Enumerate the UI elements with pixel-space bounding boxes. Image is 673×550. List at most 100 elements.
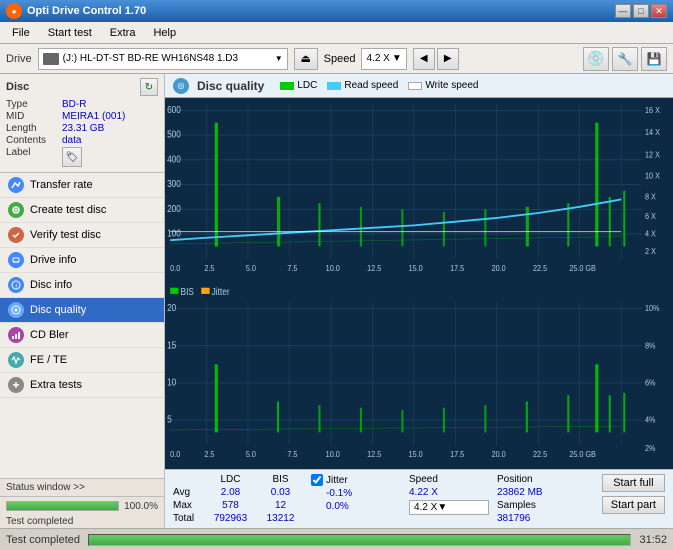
ldc-header: LDC xyxy=(203,474,258,485)
svg-text:6 X: 6 X xyxy=(645,212,656,222)
ldc-total: 792963 xyxy=(203,513,258,524)
speed-section: Speed 4.22 X 4.2 X ▼ xyxy=(409,474,489,515)
app-icon: ● xyxy=(6,3,22,19)
menu-start-test[interactable]: Start test xyxy=(40,25,100,41)
jitter-checkbox[interactable] xyxy=(311,474,323,486)
toolbar-icon-1[interactable]: 💿 xyxy=(583,47,609,71)
jitter-header: Jitter xyxy=(326,475,348,486)
start-part-button[interactable]: Start part xyxy=(602,496,665,514)
svg-text:7.5: 7.5 xyxy=(287,264,298,274)
svg-text:300: 300 xyxy=(167,178,181,189)
eject-button[interactable]: ⏏ xyxy=(294,48,318,70)
nav-item-disc-info[interactable]: i Disc info xyxy=(0,273,164,298)
nav-item-create-test-disc[interactable]: Create test disc xyxy=(0,198,164,223)
nav-item-verify-test-disc[interactable]: Verify test disc xyxy=(0,223,164,248)
max-row: Max 578 12 xyxy=(173,500,303,511)
menu-extra[interactable]: Extra xyxy=(102,25,144,41)
drive-bar: Drive (J:) HL-DT-ST BD-RE WH16NS48 1.D3 … xyxy=(0,44,673,74)
svg-text:25.0 GB: 25.0 GB xyxy=(569,449,596,459)
nav-item-disc-quality[interactable]: Disc quality xyxy=(0,298,164,323)
speed-section-dropdown[interactable]: 4.2 X ▼ xyxy=(409,500,489,515)
svg-text:10%: 10% xyxy=(645,303,659,313)
svg-text:20.0: 20.0 xyxy=(492,264,507,274)
maximize-button[interactable]: □ xyxy=(633,4,649,18)
nav-item-transfer-rate[interactable]: Transfer rate xyxy=(0,173,164,198)
chart-title-icon: ◎ xyxy=(173,78,189,94)
extra-tests-icon xyxy=(8,377,24,393)
nav-item-extra-tests[interactable]: Extra tests xyxy=(0,373,164,398)
eject-icon: ⏏ xyxy=(300,52,310,65)
bis-avg: 0.03 xyxy=(258,487,303,498)
bottom-chart: BIS Jitter xyxy=(165,284,673,470)
disc-refresh-button[interactable]: ↻ xyxy=(140,78,158,96)
status-window-label: Status window >> xyxy=(6,482,85,493)
disc-contents-val: data xyxy=(62,135,81,146)
nav-disc-info-label: Disc info xyxy=(30,279,72,291)
drive-info-icon xyxy=(8,252,24,268)
stats-panel: LDC BIS Avg 2.08 0.03 Max 578 12 xyxy=(165,469,673,528)
svg-text:4 X: 4 X xyxy=(645,229,656,239)
disc-info-icon: i xyxy=(8,277,24,293)
sidebar: Disc ↻ Type BD-R MID MEIRA1 (001) Length… xyxy=(0,74,165,528)
svg-text:15.0: 15.0 xyxy=(409,449,424,459)
svg-text:600: 600 xyxy=(167,104,181,115)
status-window[interactable]: Status window >> xyxy=(0,479,164,497)
toolbar-icon-3[interactable]: 💾 xyxy=(641,47,667,71)
speed-section-val: 4.22 X xyxy=(409,487,489,498)
disc-label-key: Label xyxy=(6,147,62,167)
disc-contents-key: Contents xyxy=(6,135,62,146)
drive-select[interactable]: (J:) HL-DT-ST BD-RE WH16NS48 1.D3 ▼ xyxy=(38,48,288,70)
avg-label: Avg xyxy=(173,487,203,498)
speed-back-button[interactable]: ◀ xyxy=(413,48,435,70)
drive-label: Drive xyxy=(6,53,32,65)
start-full-button[interactable]: Start full xyxy=(602,474,665,492)
svg-text:2%: 2% xyxy=(645,443,655,453)
toolbar-icon-2[interactable]: 🔧 xyxy=(612,47,638,71)
disc-label-button[interactable]: 🏷 xyxy=(62,147,82,167)
disc-mid-key: MID xyxy=(6,111,62,122)
svg-text:22.5: 22.5 xyxy=(533,449,548,459)
nav-item-drive-info[interactable]: Drive info xyxy=(0,248,164,273)
bis-max: 12 xyxy=(258,500,303,511)
total-row: Total 792963 13212 xyxy=(173,513,303,524)
disc-icon: 💿 xyxy=(587,50,604,67)
svg-text:12 X: 12 X xyxy=(645,150,661,160)
menu-help[interactable]: Help xyxy=(145,25,184,41)
svg-text:10: 10 xyxy=(167,376,176,387)
nav-fe-te-label: FE / TE xyxy=(30,354,67,366)
position-section: Position 23862 MB Samples 381796 xyxy=(497,474,587,524)
speed-select[interactable]: 4.2 X ▼ xyxy=(361,48,406,70)
minimize-button[interactable]: — xyxy=(615,4,631,18)
close-button[interactable]: ✕ xyxy=(651,4,667,18)
svg-text:500: 500 xyxy=(167,129,181,140)
jitter-checkbox-row: Jitter xyxy=(311,474,401,486)
nav-extra-tests-label: Extra tests xyxy=(30,379,82,391)
title-bar: ● Opti Drive Control 1.70 — □ ✕ xyxy=(0,0,673,22)
max-label: Max xyxy=(173,500,203,511)
ldc-max: 578 xyxy=(203,500,258,511)
disc-section-title: Disc xyxy=(6,81,29,93)
speed-dropdown-val: 4.2 X xyxy=(414,502,437,513)
speed-value: 4.2 X xyxy=(366,53,389,64)
speed-section-header: Speed xyxy=(409,474,489,485)
speed-forward-button[interactable]: ▶ xyxy=(437,48,459,70)
nav-items: Transfer rate Create test disc Verify te… xyxy=(0,173,164,478)
nav-item-fe-te[interactable]: FE / TE xyxy=(0,348,164,373)
svg-text:i: i xyxy=(16,284,17,290)
speed-dropdown-icon: ▼ xyxy=(392,53,402,64)
nav-item-cd-bler[interactable]: CD Bler xyxy=(0,323,164,348)
ldc-avg: 2.08 xyxy=(203,487,258,498)
disc-panel: Disc ↻ Type BD-R MID MEIRA1 (001) Length… xyxy=(0,74,164,173)
menu-file[interactable]: File xyxy=(4,25,38,41)
legend-ldc-color xyxy=(280,82,294,90)
samples-val: 381796 xyxy=(497,513,587,524)
svg-text:5.0: 5.0 xyxy=(246,264,257,274)
bis-header: BIS xyxy=(258,474,303,485)
chart-legend: LDC Read speed Write speed xyxy=(280,80,478,91)
svg-text:10 X: 10 X xyxy=(645,171,661,181)
nav-disc-quality-label: Disc quality xyxy=(30,304,86,316)
total-label: Total xyxy=(173,513,203,524)
svg-text:6%: 6% xyxy=(645,377,655,387)
app-title: Opti Drive Control 1.70 xyxy=(27,5,146,17)
svg-text:17.5: 17.5 xyxy=(450,264,465,274)
